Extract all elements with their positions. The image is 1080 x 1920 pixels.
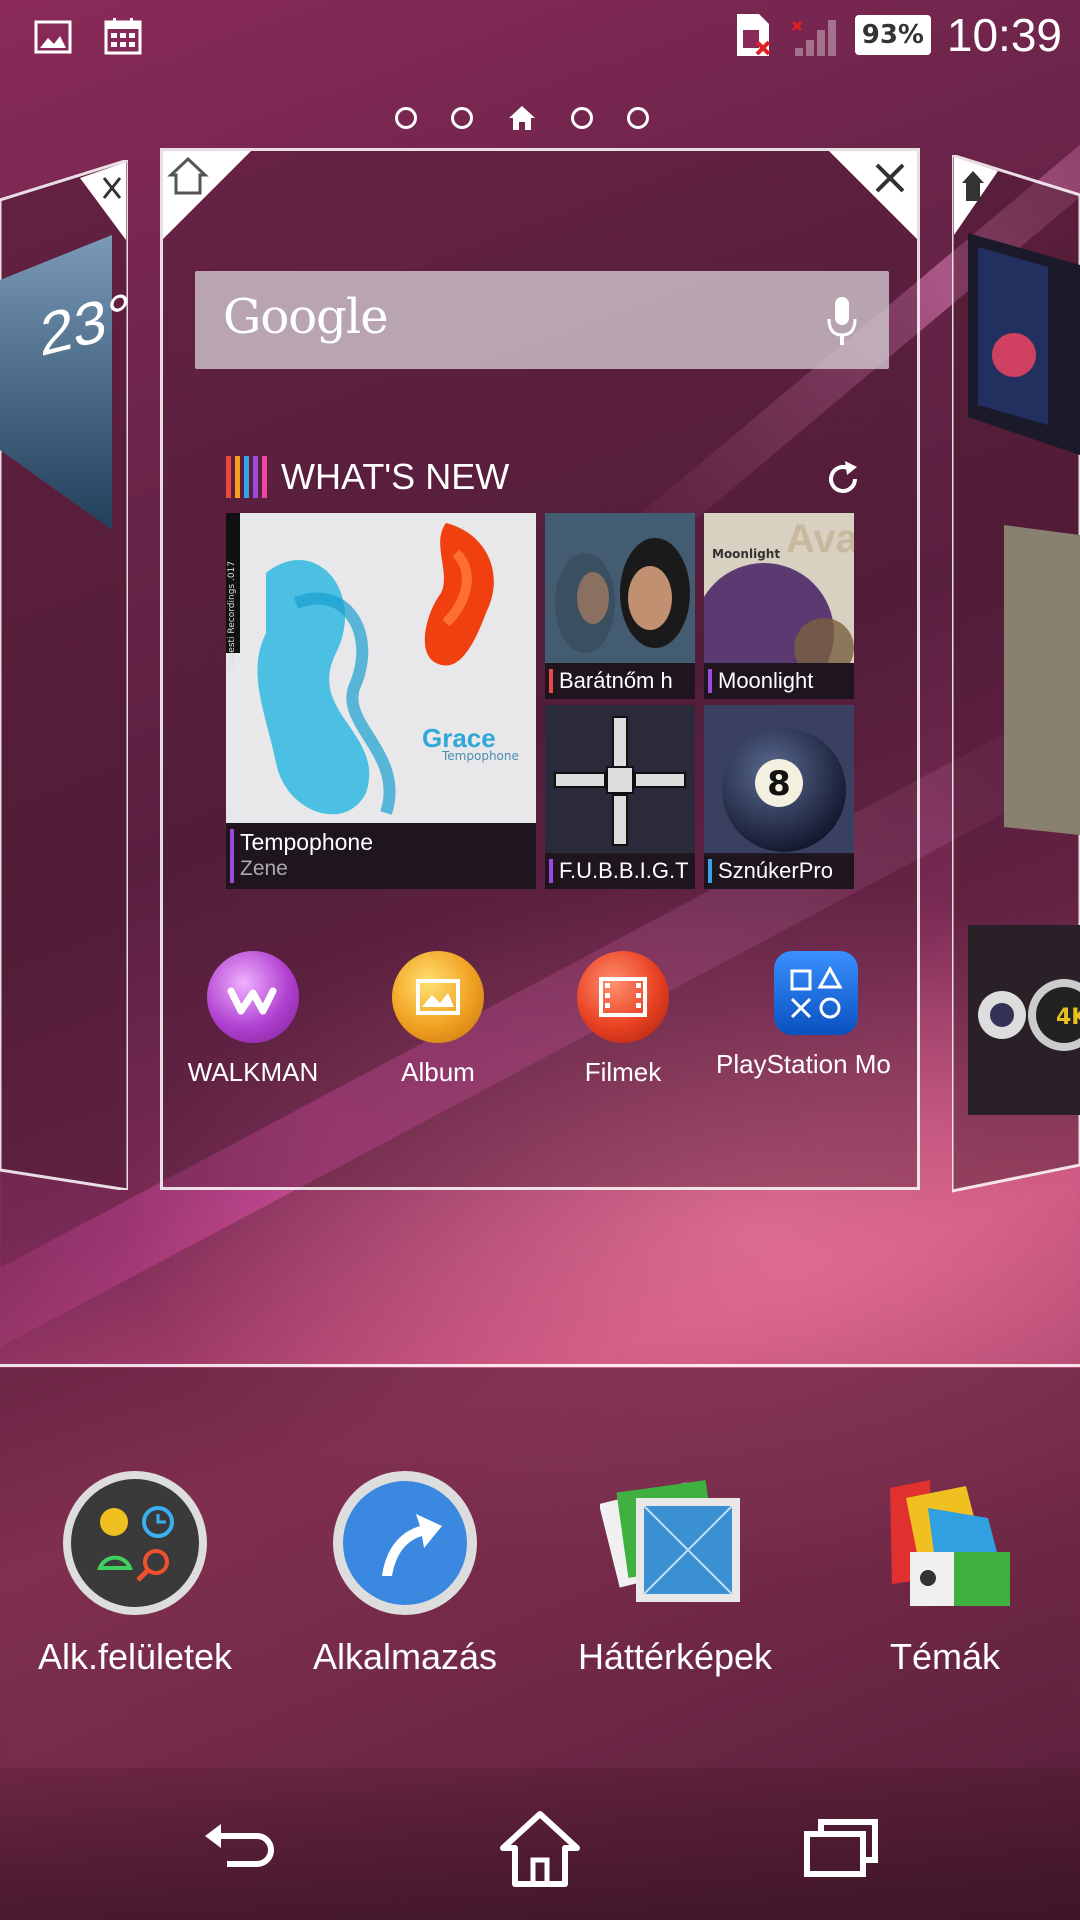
tile-caption: F.U.B.B.I.G.T — [545, 853, 695, 889]
album-icon — [392, 951, 484, 1043]
tile-title: Barátnőm h — [559, 668, 673, 693]
tile-caption: Moonlight — [704, 663, 854, 699]
whats-new-header: WHAT'S NEW — [226, 456, 509, 498]
dock-label: Háttérképek — [577, 1636, 773, 1677]
left-home-page-preview[interactable]: 23° — [0, 160, 131, 1190]
whats-new-tile[interactable]: Barátnőm h — [545, 513, 695, 699]
app-playstation-mobile[interactable]: PlayStation Mo — [708, 951, 923, 1080]
tile-title: F.U.B.B.I.G.T — [559, 858, 689, 883]
whats-new-tile[interactable]: Moonlight Ava Moonlight — [704, 513, 854, 699]
album-art — [545, 513, 695, 663]
tile-title: SznúkerPro — [718, 858, 833, 883]
signal-strength-icon — [791, 20, 836, 56]
tile-caption: Barátnőm h — [545, 663, 695, 699]
album-art-text: Moonlight — [712, 547, 781, 561]
album-art-subtitle: Tempophone — [442, 749, 519, 763]
dock-wallpapers[interactable]: Háttérképek — [545, 1468, 805, 1678]
tile-subtitle: Zene — [240, 857, 288, 880]
dock-label: Alk.felületek — [37, 1636, 233, 1677]
microphone-icon[interactable] — [825, 295, 859, 347]
tile-title: Moonlight — [718, 668, 814, 693]
whats-new-tile[interactable]: 8 SznúkerPro — [704, 705, 854, 889]
widgets-icon — [63, 1471, 207, 1615]
app-walkman[interactable]: WALKMAN — [153, 951, 353, 1088]
close-icon[interactable] — [100, 174, 124, 202]
clock: 10:39 — [946, 9, 1062, 61]
whats-new-title: WHAT'S NEW — [281, 456, 510, 497]
walkman-icon — [207, 951, 299, 1043]
dock-themes[interactable]: Témák — [815, 1468, 1075, 1678]
movies-icon — [577, 951, 669, 1043]
app-label: Filmek — [584, 1057, 662, 1087]
navigation-bar — [0, 1768, 1080, 1920]
home-icon[interactable] — [960, 169, 986, 203]
app-drawer-icon — [333, 1471, 477, 1615]
close-icon[interactable] — [869, 157, 911, 199]
album-art — [545, 705, 695, 855]
playstation-icon — [773, 951, 858, 1035]
battery-percent: 93% — [861, 20, 924, 50]
page-dot[interactable] — [395, 107, 417, 129]
tile-caption: SznúkerPro — [704, 853, 854, 889]
dock-label: Témák — [889, 1636, 1001, 1677]
home-icon[interactable] — [495, 1804, 585, 1894]
calendar-notification-icon — [104, 18, 142, 55]
home-page-dot-icon[interactable] — [507, 104, 537, 132]
album-art — [226, 513, 536, 823]
tile-caption: Tempophone Zene — [226, 823, 536, 889]
app-label: WALKMAN — [187, 1057, 319, 1087]
home-page-indicator — [395, 104, 649, 132]
no-sim-icon — [736, 14, 771, 56]
album-badge: 4K — [1056, 1005, 1080, 1030]
whats-new-logo-icon — [226, 456, 267, 498]
page-dot[interactable] — [627, 107, 649, 129]
dock-label: Alkalmazás — [312, 1636, 498, 1677]
whats-new-featured-tile[interactable]: Travesti Recordings .017 Grace Tempophon… — [226, 513, 536, 889]
app-label: Album — [401, 1057, 475, 1087]
back-icon[interactable] — [195, 1804, 285, 1894]
dock-apps[interactable]: Alkalmazás — [275, 1468, 535, 1678]
app-filmek[interactable]: Filmek — [523, 951, 723, 1088]
wallpapers-icon — [598, 1480, 740, 1602]
status-bar: 93% 10:39 — [0, 0, 1080, 76]
dock-widgets[interactable]: Alk.felületek — [5, 1468, 265, 1678]
whats-new-tile[interactable]: F.U.B.B.I.G.T — [545, 705, 695, 889]
album-art-side-text: Travesti Recordings .017 — [227, 561, 237, 672]
svg-text:8: 8 — [767, 764, 791, 804]
refresh-icon[interactable] — [823, 459, 863, 499]
page-dot[interactable] — [451, 107, 473, 129]
dock-divider — [0, 1364, 1080, 1367]
set-home-icon[interactable] — [167, 155, 209, 197]
right-home-page-preview[interactable]: 4K — [952, 155, 1080, 1195]
gallery-notification-icon — [34, 20, 72, 54]
recent-apps-icon[interactable] — [795, 1804, 885, 1894]
google-logo: Google — [223, 289, 389, 345]
app-album[interactable]: Album — [338, 951, 538, 1088]
app-shortcuts: WALKMAN Album Filmek PlayStation Mo — [163, 951, 923, 1091]
home-page-preview-current[interactable]: Google WHAT'S NEW Travesti Recordings .0… — [160, 148, 920, 1190]
themes-icon — [890, 1480, 1010, 1606]
app-label: PlayStation Mo — [716, 1049, 891, 1079]
album-art: 8 — [704, 705, 854, 855]
battery-indicator: 93% — [854, 15, 931, 55]
google-search-widget[interactable]: Google — [195, 271, 889, 369]
dock: Alk.felületek Alkalmazás Háttérképek Tém… — [0, 1368, 1080, 1768]
album-art-title: Ava — [786, 517, 854, 561]
page-dot[interactable] — [571, 107, 593, 129]
tile-title: Tempophone — [240, 829, 373, 855]
